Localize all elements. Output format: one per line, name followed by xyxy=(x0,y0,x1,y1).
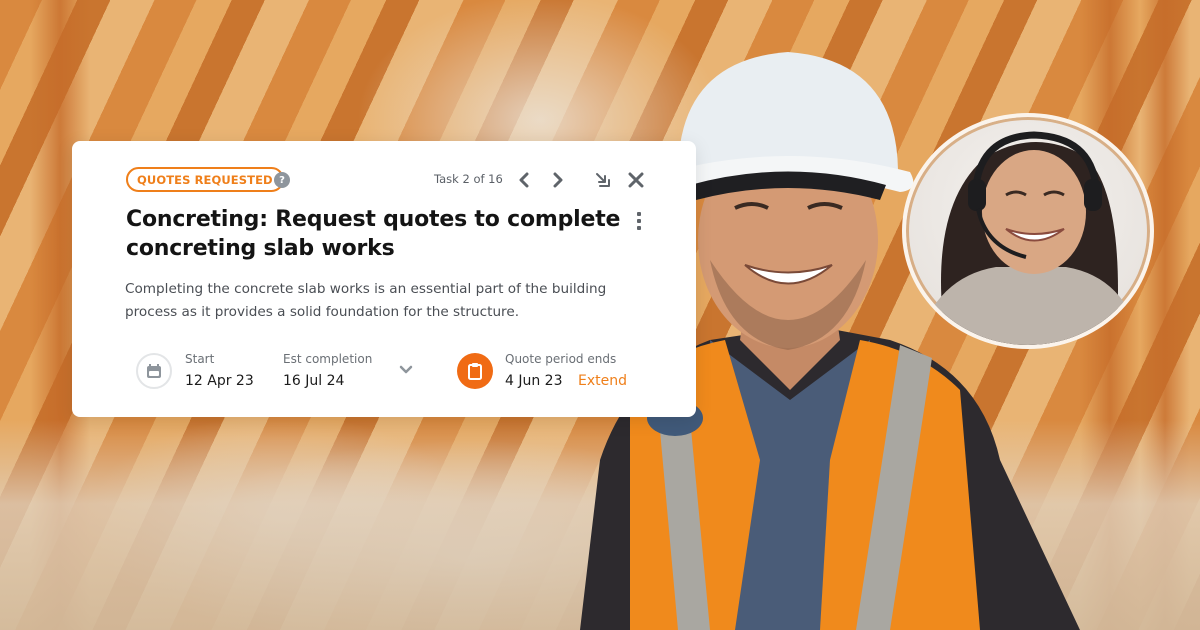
help-icon[interactable]: ? xyxy=(274,172,290,188)
more-vertical-icon-dot xyxy=(637,219,641,223)
start-date-label: Start xyxy=(185,352,215,366)
minimize-button[interactable] xyxy=(592,169,614,191)
task-title: Concreting: Request quotes to complete c… xyxy=(126,207,621,261)
chevron-left-icon xyxy=(519,172,529,188)
start-date-value: 12 Apr 23 xyxy=(185,373,254,389)
est-completion-value: 16 Jul 24 xyxy=(283,373,345,389)
worker-hard-hat xyxy=(678,52,898,170)
task-counter: Task 2 of 16 xyxy=(434,172,503,186)
calendar-icon xyxy=(136,353,172,389)
status-badge: QUOTES REQUESTED xyxy=(126,167,284,192)
next-task-button[interactable] xyxy=(547,169,569,191)
est-completion-label: Est completion xyxy=(283,352,373,366)
previous-task-button[interactable] xyxy=(513,169,535,191)
support-agent-photo xyxy=(902,113,1154,349)
more-vertical-icon-dot xyxy=(637,226,641,230)
quote-period-label: Quote period ends xyxy=(505,352,617,366)
support-agent-illustration xyxy=(916,131,1142,345)
more-vertical-icon-dot xyxy=(637,212,641,216)
extend-link[interactable]: Extend xyxy=(578,373,627,389)
quote-period-value: 4 Jun 23 xyxy=(505,373,563,389)
clipboard-icon xyxy=(457,353,493,389)
task-description: Completing the concrete slab works is an… xyxy=(125,281,607,320)
close-button[interactable] xyxy=(625,169,647,191)
close-icon xyxy=(628,172,644,188)
task-card: QUOTES REQUESTED ? Task 2 of 16 Concreti… xyxy=(72,141,696,417)
chevron-right-icon xyxy=(553,172,563,188)
collapse-arrow-icon xyxy=(596,173,610,187)
agent-face xyxy=(982,150,1086,274)
more-options-button[interactable] xyxy=(630,209,648,233)
chevron-down-icon[interactable] xyxy=(398,364,414,376)
